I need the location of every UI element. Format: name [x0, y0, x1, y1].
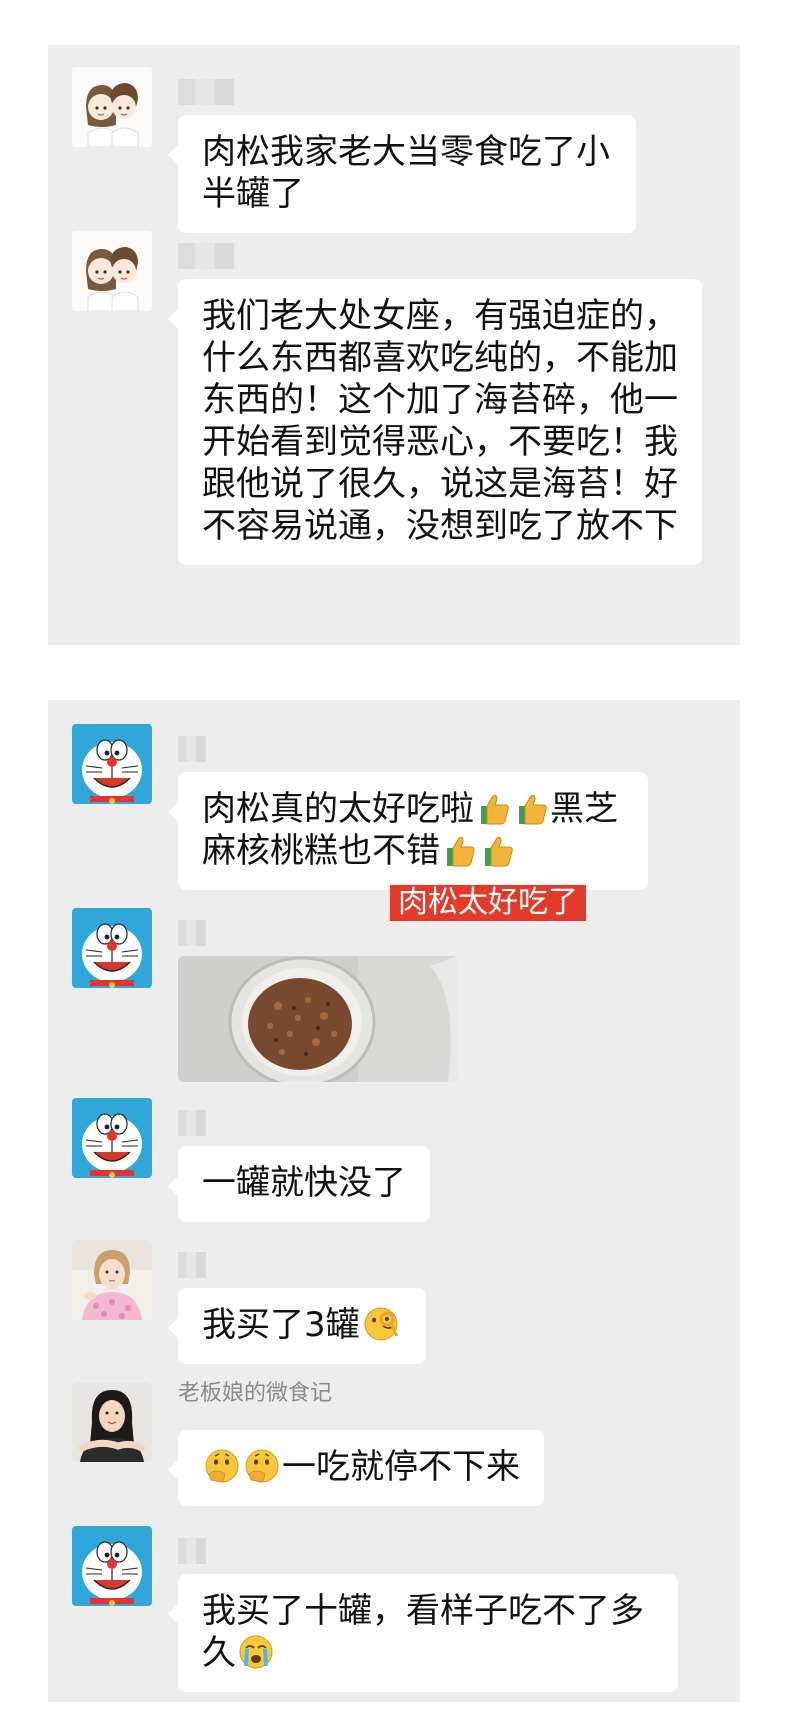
girl-photo-avatar[interactable] — [72, 1240, 152, 1320]
couple-cartoon-avatar[interactable] — [72, 67, 152, 147]
sender-name-redacted — [178, 1252, 206, 1278]
doraemon-avatar[interactable] — [72, 1098, 152, 1178]
sender-name-redacted — [178, 243, 234, 269]
doraemon-avatar[interactable] — [72, 724, 152, 804]
message-bubble[interactable]: 我买了3罐 — [168, 1288, 426, 1364]
crying-face-icon — [237, 1634, 275, 1670]
message-text: 肉松我家老大当零食吃了小半罐了 — [202, 132, 610, 214]
thinking-face-icon — [203, 1448, 241, 1484]
ok-hand-face-icon — [361, 1306, 401, 1342]
message-text: 一罐就快没了 — [202, 1163, 406, 1203]
thumbs-up-icon — [475, 790, 511, 826]
message-bubble[interactable]: 我们老大处女座，有强迫症的，什么东西都喜欢吃纯的，不能加东西的！这个加了海苔碎，… — [168, 279, 702, 565]
sender-name-redacted — [178, 79, 234, 105]
doraemon-avatar[interactable] — [72, 908, 152, 988]
sender-name-redacted — [178, 1538, 206, 1564]
thumbs-up-icon — [479, 832, 515, 868]
thumbs-up-icon — [513, 790, 549, 826]
rousong-jar-photo[interactable] — [178, 956, 458, 1082]
message-bubble[interactable]: 我买了十罐，看样子吃不了多久 — [168, 1574, 678, 1692]
message-bubble[interactable]: 一罐就快没了 — [168, 1146, 430, 1222]
message-text: 一吃就停不下来 — [282, 1447, 520, 1487]
chat-panel-1: 肉松我家老大当零食吃了小半罐了 我们老大处女座，有强迫症的，什么东西都喜欢吃纯的… — [48, 45, 740, 645]
doraemon-avatar[interactable] — [72, 1526, 152, 1606]
message-bubble[interactable]: 肉松我家老大当零食吃了小半罐了 — [168, 115, 636, 233]
message-text: 我买了3罐 — [202, 1305, 360, 1345]
woman-photo-avatar[interactable] — [72, 1382, 152, 1462]
sender-name-redacted — [178, 920, 206, 946]
couple-cartoon-avatar[interactable] — [72, 231, 152, 311]
message-text: 肉松真的太好吃啦 — [202, 789, 474, 829]
thumbs-up-icon — [441, 832, 477, 868]
message-bubble[interactable]: 肉松真的太好吃啦 黑芝麻核桃糕也不错 — [168, 772, 648, 890]
chat-panel-2: 肉松真的太好吃啦 黑芝麻核桃糕也不错 一罐就快没了 我买了3罐 老板娘的微食记 … — [48, 700, 740, 1702]
sender-name-redacted — [178, 1110, 206, 1136]
sender-name: 老板娘的微食记 — [178, 1381, 333, 1406]
message-bubble[interactable]: 一吃就停不下来 — [168, 1430, 544, 1506]
caption-label: 肉松太好吃了 — [390, 885, 586, 921]
thinking-face-icon — [243, 1448, 281, 1484]
sender-name-redacted — [178, 736, 206, 762]
message-text: 我们老大处女座，有强迫症的，什么东西都喜欢吃纯的，不能加东西的！这个加了海苔碎，… — [202, 296, 678, 546]
